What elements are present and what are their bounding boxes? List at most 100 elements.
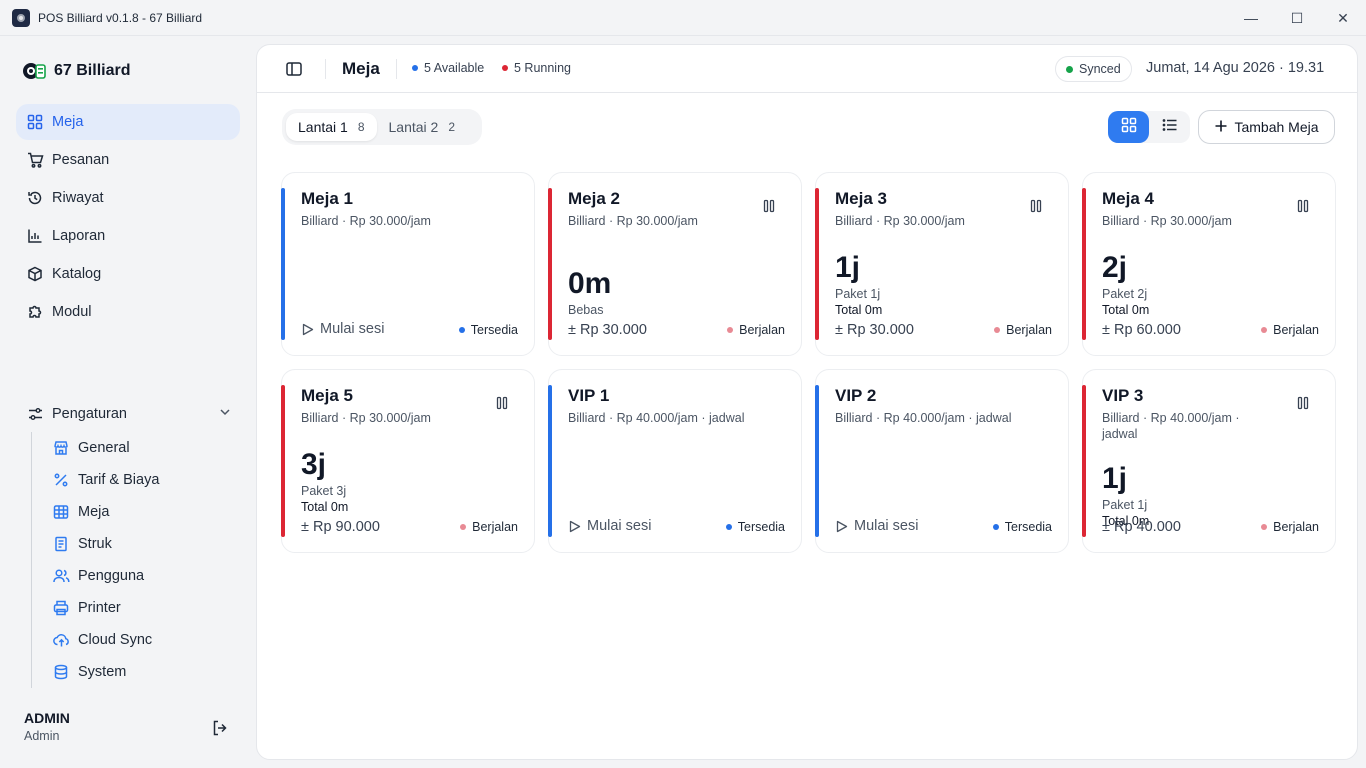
sidebar-toggle-icon[interactable] — [285, 60, 303, 78]
table-card[interactable]: Meja 1 Billiard · Rp 30.000/jam Mulai sesi… — [281, 172, 535, 356]
maximize-button[interactable]: ☐ — [1274, 0, 1320, 36]
table-rate: Billiard · Rp 30.000/jam — [301, 411, 431, 425]
table-name: Meja 1 — [301, 189, 353, 208]
table-card[interactable]: Meja 5 Billiard · Rp 30.000/jam 3j Paket 3j… — [281, 369, 535, 553]
sync-status-label: Synced — [1079, 62, 1121, 76]
status-label: Berjalan — [739, 323, 785, 337]
settings-item-label: Pengguna — [78, 568, 145, 584]
settings-item-pengguna[interactable]: Pengguna — [52, 560, 240, 592]
nav-item-laporan[interactable]: Laporan — [16, 218, 240, 254]
chevron-down-icon — [218, 405, 232, 423]
status-dot — [725, 524, 732, 530]
grid-icon — [26, 113, 44, 131]
running-label: 5 Running — [514, 61, 571, 75]
pause-icon[interactable] — [1297, 199, 1309, 213]
start-session-label: Mulai sesi — [854, 518, 919, 534]
table-card[interactable]: Meja 2 Billiard · Rp 30.000/jam 0m Bebas ± R… — [548, 172, 802, 356]
session-total: Total 0m — [835, 303, 883, 317]
session-price: ± Rp 60.000 — [1102, 322, 1181, 338]
history-icon — [26, 189, 44, 207]
table-card[interactable]: VIP 3 Billiard · Rp 40.000/jam · jadwal 1j… — [1082, 369, 1336, 553]
status-dot — [727, 327, 734, 333]
nav-label: Pesanan — [52, 152, 110, 168]
session-package: Bebas — [568, 303, 604, 317]
settings-item-label: System — [78, 664, 127, 680]
settings-item-meja[interactable]: Meja — [52, 496, 240, 528]
session-price: ± Rp 90.000 — [301, 519, 380, 535]
list-icon — [1162, 117, 1178, 138]
pause-icon[interactable] — [763, 199, 775, 213]
play-icon — [569, 520, 581, 532]
status-label: Berjalan — [1006, 323, 1052, 337]
table-name: VIP 1 — [568, 386, 610, 405]
table-card[interactable]: Meja 3 Billiard · Rp 30.000/jam 1j Paket 1j… — [815, 172, 1069, 356]
puzzle-icon — [26, 303, 44, 321]
status-badge: Berjalan — [727, 323, 785, 337]
tab-count: 2 — [448, 120, 456, 134]
table-rate: Billiard · Rp 40.000/jam · jadwal — [568, 411, 745, 425]
pause-icon[interactable] — [496, 396, 508, 410]
settings-item-tarif[interactable]: Tarif & Biaya — [52, 464, 240, 496]
settings-item-struk[interactable]: Struk — [52, 528, 240, 560]
nav-item-katalog[interactable]: Katalog — [16, 256, 240, 292]
status-bar — [815, 385, 819, 537]
nav-item-modul[interactable]: Modul — [16, 294, 240, 330]
tab-count: 8 — [357, 120, 365, 134]
settings-item-general[interactable]: General — [52, 432, 240, 464]
nav-item-riwayat[interactable]: Riwayat — [16, 180, 240, 216]
pause-icon[interactable] — [1297, 396, 1309, 410]
table-card[interactable]: VIP 1 Billiard · Rp 40.000/jam · jadwal Mu… — [548, 369, 802, 553]
tab-lantai-1[interactable]: Lantai 1 8 — [286, 113, 377, 141]
user-name: ADMIN — [24, 710, 70, 726]
settings-item-label: Struk — [78, 536, 112, 552]
table-rate: Billiard · Rp 40.000/jam · jadwal — [835, 411, 1012, 425]
running-dot — [502, 65, 508, 71]
plus-icon — [1214, 118, 1228, 136]
start-session-button[interactable]: Mulai sesi — [568, 518, 651, 534]
top-bar: Meja 5 Available 5 Running Synced Jumat,… — [257, 45, 1357, 93]
logout-icon[interactable] — [211, 719, 229, 737]
minimize-button[interactable]: — — [1228, 0, 1274, 36]
settings-item-cloud-sync[interactable]: Cloud Sync — [52, 624, 240, 656]
list-view-button[interactable] — [1149, 111, 1190, 143]
start-session-button[interactable]: Mulai sesi — [835, 518, 918, 534]
available-dot — [412, 65, 418, 71]
status-bar — [281, 188, 285, 340]
session-total: Total 0m — [1102, 303, 1150, 317]
receipt-icon — [52, 535, 70, 553]
close-button[interactable]: ✕ — [1320, 0, 1366, 36]
tab-lantai-2[interactable]: Lantai 2 2 — [377, 113, 468, 141]
available-count: 5 Available — [412, 61, 484, 75]
status-badge: Berjalan — [460, 520, 518, 534]
session-time: 1j — [1102, 462, 1128, 495]
status-bar — [1082, 385, 1086, 537]
table-rate: Billiard · Rp 30.000/jam — [568, 214, 698, 228]
status-label: Tersedia — [1004, 520, 1052, 534]
nav-item-meja[interactable]: Meja — [16, 104, 240, 140]
pause-icon[interactable] — [1030, 199, 1042, 213]
sync-status-badge[interactable]: Synced — [1055, 56, 1132, 82]
status-badge: Berjalan — [994, 323, 1052, 337]
status-badge: Berjalan — [1261, 520, 1319, 534]
nav-item-pesanan[interactable]: Pesanan — [16, 142, 240, 178]
session-package: Paket 2j — [1102, 287, 1148, 301]
table-card[interactable]: Meja 4 Billiard · Rp 30.000/jam 2j Paket 2j… — [1082, 172, 1336, 356]
cart-icon — [26, 151, 44, 169]
tab-label: Lantai 1 — [298, 119, 348, 135]
grid-icon — [1121, 117, 1137, 138]
grid-view-button[interactable] — [1108, 111, 1149, 143]
database-icon — [52, 663, 70, 681]
settings-item-printer[interactable]: Printer — [52, 592, 240, 624]
table-card[interactable]: VIP 2 Billiard · Rp 40.000/jam · jadwal Mu… — [815, 369, 1069, 553]
session-package: Paket 1j — [835, 287, 881, 301]
status-badge: Berjalan — [1261, 323, 1319, 337]
start-session-button[interactable]: Mulai sesi — [301, 321, 384, 337]
add-table-button[interactable]: Tambah Meja — [1198, 110, 1335, 144]
box-icon — [26, 265, 44, 283]
settings-item-system[interactable]: System — [52, 656, 240, 688]
brand-name: 67 Billiard — [54, 62, 131, 79]
settings-item-label: Printer — [78, 600, 121, 616]
settings-toggle[interactable]: Pengaturan — [16, 396, 240, 432]
users-icon — [52, 567, 70, 585]
sidebar: 67 Billiard Meja Pesanan Riwayat Laporan — [0, 36, 256, 768]
